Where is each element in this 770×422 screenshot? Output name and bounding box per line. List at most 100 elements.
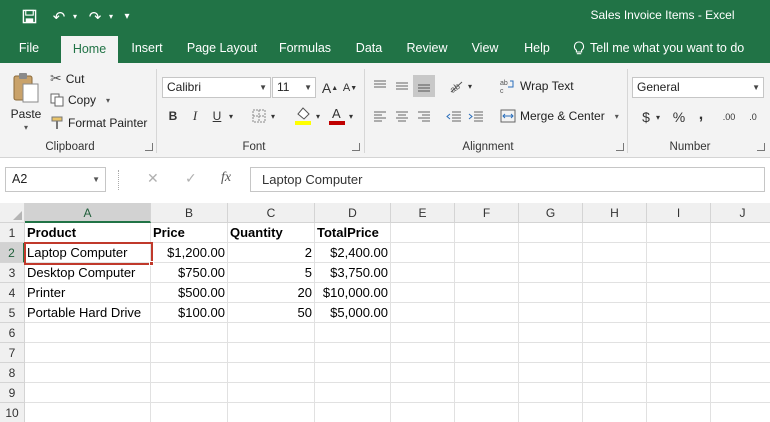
cell-f5[interactable] bbox=[455, 303, 519, 323]
cell-e10[interactable] bbox=[391, 403, 455, 422]
cell-i3[interactable] bbox=[647, 263, 711, 283]
cell-a6[interactable] bbox=[25, 323, 151, 343]
clipboard-launcher-icon[interactable] bbox=[145, 143, 153, 151]
cell-i1[interactable] bbox=[647, 223, 711, 243]
cell-c8[interactable] bbox=[228, 363, 315, 383]
cell-g8[interactable] bbox=[519, 363, 583, 383]
cell-d3[interactable]: $3,750.00 bbox=[315, 263, 391, 283]
cell-j5[interactable] bbox=[711, 303, 770, 323]
cell-g7[interactable] bbox=[519, 343, 583, 363]
undo-icon[interactable]: ↶ bbox=[48, 0, 70, 33]
column-header-d[interactable]: D bbox=[315, 203, 391, 223]
cell-h6[interactable] bbox=[583, 323, 647, 343]
row-header-9[interactable]: 9 bbox=[0, 383, 25, 403]
tab-help[interactable]: Help bbox=[516, 33, 558, 63]
underline-dropdown-icon[interactable]: ▾ bbox=[226, 107, 236, 125]
cell-j3[interactable] bbox=[711, 263, 770, 283]
comma-style-button[interactable]: , bbox=[692, 106, 710, 124]
tab-insert[interactable]: Insert bbox=[122, 33, 172, 63]
cell-c1[interactable]: Quantity bbox=[228, 223, 315, 243]
row-header-7[interactable]: 7 bbox=[0, 343, 25, 363]
cell-b3[interactable]: $750.00 bbox=[151, 263, 228, 283]
cell-i5[interactable] bbox=[647, 303, 711, 323]
tab-home[interactable]: Home bbox=[61, 36, 118, 63]
cell-b9[interactable] bbox=[151, 383, 228, 403]
underline-button[interactable]: U bbox=[208, 107, 226, 125]
borders-dropdown-icon[interactable]: ▾ bbox=[268, 107, 278, 125]
align-center-button[interactable] bbox=[393, 108, 411, 126]
cell-a8[interactable] bbox=[25, 363, 151, 383]
bottom-align-button[interactable] bbox=[413, 75, 435, 97]
cell-c10[interactable] bbox=[228, 403, 315, 422]
borders-button[interactable] bbox=[250, 107, 268, 125]
cell-i8[interactable] bbox=[647, 363, 711, 383]
cell-f9[interactable] bbox=[455, 383, 519, 403]
wrap-text-button[interactable]: ab c Wrap Text bbox=[500, 78, 574, 94]
grow-font-button[interactable]: A ▲ bbox=[321, 79, 339, 97]
cell-d10[interactable] bbox=[315, 403, 391, 422]
cell-h7[interactable] bbox=[583, 343, 647, 363]
paste-button[interactable]: Paste ▾ bbox=[8, 71, 44, 135]
cell-h10[interactable] bbox=[583, 403, 647, 422]
cell-i6[interactable] bbox=[647, 323, 711, 343]
copy-button[interactable]: Copy ▾ bbox=[50, 93, 110, 107]
cell-e4[interactable] bbox=[391, 283, 455, 303]
redo-dropdown-icon[interactable]: ▾ bbox=[106, 0, 116, 33]
row-header-10[interactable]: 10 bbox=[0, 403, 25, 422]
cell-j8[interactable] bbox=[711, 363, 770, 383]
cell-i7[interactable] bbox=[647, 343, 711, 363]
cell-g2[interactable] bbox=[519, 243, 583, 263]
font-name-select[interactable]: Calibri ▼ bbox=[162, 77, 271, 98]
cell-b7[interactable] bbox=[151, 343, 228, 363]
row-header-1[interactable]: 1 bbox=[0, 223, 25, 243]
cell-g9[interactable] bbox=[519, 383, 583, 403]
cell-a5[interactable]: Portable Hard Drive bbox=[25, 303, 151, 323]
font-size-select[interactable]: 11 ▼ bbox=[272, 77, 316, 98]
select-all-button[interactable] bbox=[0, 203, 25, 223]
cell-b8[interactable] bbox=[151, 363, 228, 383]
cell-h5[interactable] bbox=[583, 303, 647, 323]
column-header-b[interactable]: B bbox=[151, 203, 228, 223]
cell-e6[interactable] bbox=[391, 323, 455, 343]
cell-a3[interactable]: Desktop Computer bbox=[25, 263, 151, 283]
cell-a9[interactable] bbox=[25, 383, 151, 403]
row-header-5[interactable]: 5 bbox=[0, 303, 25, 323]
cell-g1[interactable] bbox=[519, 223, 583, 243]
cell-a4[interactable]: Printer bbox=[25, 283, 151, 303]
cell-h2[interactable] bbox=[583, 243, 647, 263]
cell-h1[interactable] bbox=[583, 223, 647, 243]
cell-b5[interactable]: $100.00 bbox=[151, 303, 228, 323]
font-launcher-icon[interactable] bbox=[352, 143, 360, 151]
customize-qat-icon[interactable]: ▾ bbox=[120, 0, 134, 33]
formula-bar-grip[interactable] bbox=[118, 170, 121, 190]
cell-b10[interactable] bbox=[151, 403, 228, 422]
italic-button[interactable]: I bbox=[186, 107, 204, 125]
middle-align-button[interactable] bbox=[393, 77, 411, 95]
tab-review[interactable]: Review bbox=[400, 33, 454, 63]
column-header-g[interactable]: G bbox=[519, 203, 583, 223]
cell-f4[interactable] bbox=[455, 283, 519, 303]
tell-me-search[interactable]: Tell me what you want to do bbox=[573, 33, 744, 63]
cell-g5[interactable] bbox=[519, 303, 583, 323]
cell-g10[interactable] bbox=[519, 403, 583, 422]
cell-i10[interactable] bbox=[647, 403, 711, 422]
cell-d5[interactable]: $5,000.00 bbox=[315, 303, 391, 323]
name-box[interactable]: A2 ▼ bbox=[5, 167, 106, 192]
align-left-button[interactable] bbox=[371, 108, 389, 126]
cell-g3[interactable] bbox=[519, 263, 583, 283]
cell-f6[interactable] bbox=[455, 323, 519, 343]
cell-f2[interactable] bbox=[455, 243, 519, 263]
cell-j9[interactable] bbox=[711, 383, 770, 403]
column-header-i[interactable]: I bbox=[647, 203, 711, 223]
cell-h4[interactable] bbox=[583, 283, 647, 303]
cell-j2[interactable] bbox=[711, 243, 770, 263]
cell-c3[interactable]: 5 bbox=[228, 263, 315, 283]
column-header-a[interactable]: A bbox=[25, 203, 151, 223]
cell-e3[interactable] bbox=[391, 263, 455, 283]
tab-view[interactable]: View bbox=[464, 33, 506, 63]
cell-b6[interactable] bbox=[151, 323, 228, 343]
cell-d2[interactable]: $2,400.00 bbox=[315, 243, 391, 263]
cell-e8[interactable] bbox=[391, 363, 455, 383]
cell-b4[interactable]: $500.00 bbox=[151, 283, 228, 303]
cell-d7[interactable] bbox=[315, 343, 391, 363]
